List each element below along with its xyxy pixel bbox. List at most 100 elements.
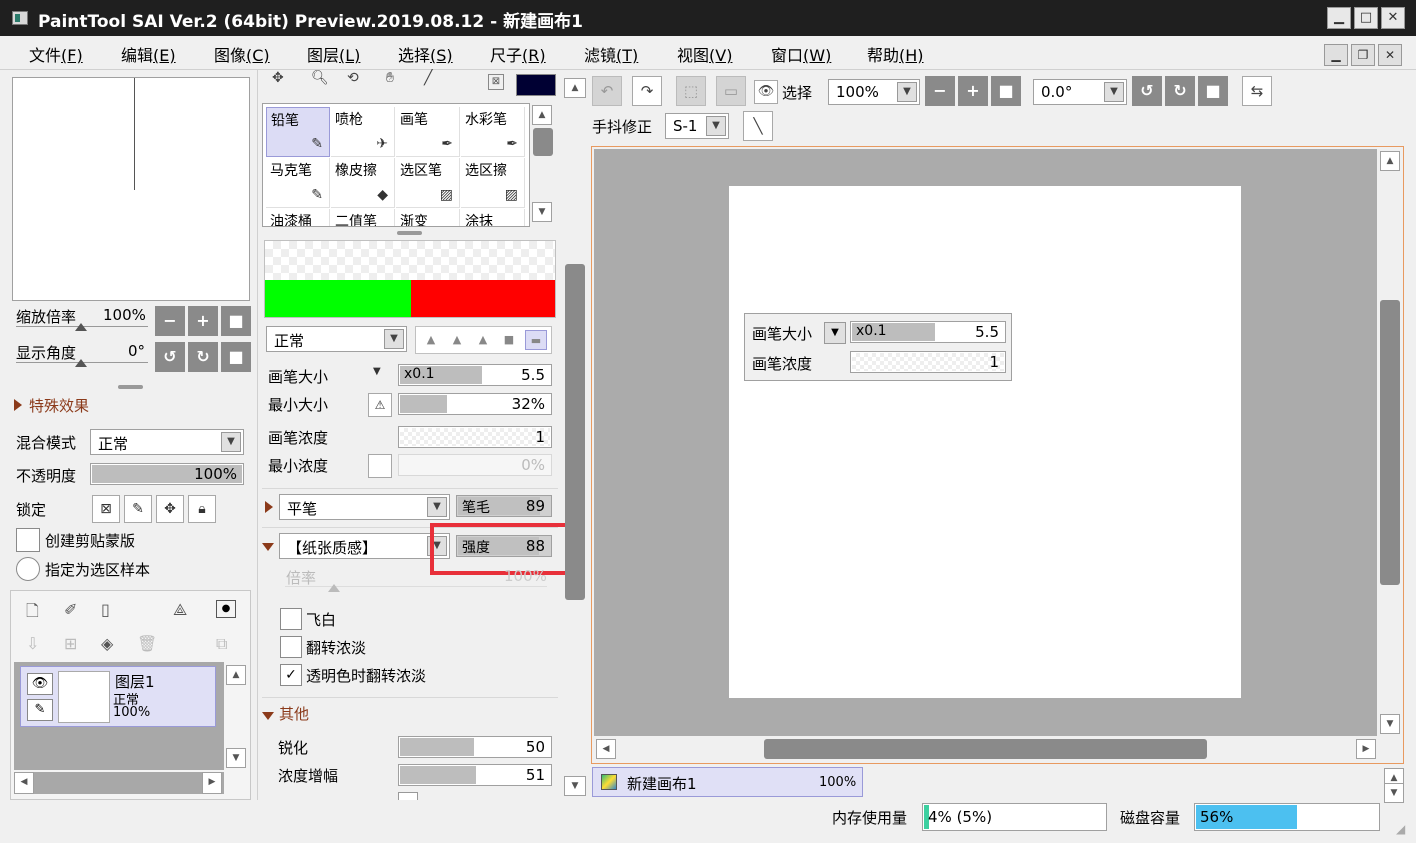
selection-source-checkbox[interactable] xyxy=(16,557,40,581)
mdi-minimize-button[interactable]: ▁ xyxy=(1324,44,1348,66)
rotate-ccw-button[interactable]: ↺ xyxy=(155,342,185,372)
menu-window[interactable]: 窗口(W) xyxy=(771,42,831,66)
transparent-color-icon[interactable]: ⊠ xyxy=(488,74,504,90)
popup-density-slider[interactable]: 1 xyxy=(850,351,1006,373)
bristle-slider[interactable]: 笔毛 89 xyxy=(456,495,552,517)
document-tab[interactable]: 新建画布1 100% xyxy=(592,767,863,797)
navigator-preview[interactable] xyxy=(12,77,250,301)
flip-horizontal-button[interactable]: ⇆ xyxy=(1242,76,1272,106)
menu-edit[interactable]: 编辑(E) xyxy=(121,42,176,66)
menu-ruler[interactable]: 尺子(R) xyxy=(490,42,546,66)
scale-slider-handle[interactable] xyxy=(328,584,340,592)
zoom-tool-icon[interactable]: 🔍︎ xyxy=(311,70,329,86)
brush-size-slider[interactable]: x0.1 5.5 xyxy=(398,364,552,386)
tool-splitter-handle[interactable] xyxy=(397,231,422,235)
menu-image[interactable]: 图像(C) xyxy=(214,42,270,66)
min-density-pressure-toggle[interactable] xyxy=(368,454,392,478)
menu-file[interactable]: 文件(F) xyxy=(29,42,83,66)
chevron-down-icon[interactable]: ▼ xyxy=(373,366,381,377)
expand-triangle-icon[interactable] xyxy=(14,399,22,411)
rotate-reset-button[interactable]: ■ xyxy=(221,342,251,372)
canvas-document[interactable] xyxy=(729,186,1241,698)
expand-triangle-icon[interactable] xyxy=(265,501,273,513)
texture-dropdown[interactable]: 【纸张质感】 ▼ xyxy=(279,533,450,559)
new-folder-icon[interactable]: ▯ xyxy=(101,600,110,619)
other-section-label[interactable]: 其他 xyxy=(279,703,309,724)
blend-mode-dropdown[interactable]: 正常 ▼ xyxy=(90,429,244,455)
tool-3[interactable]: 水彩笔 ✒ xyxy=(461,107,525,157)
merge-down-icon[interactable]: ⇩ xyxy=(26,634,39,653)
minimize-button[interactable]: ▁ xyxy=(1327,7,1351,29)
clear-layer-icon[interactable]: ◈ xyxy=(101,634,113,653)
canvas-scroll-up[interactable]: ▲ xyxy=(1380,151,1400,171)
min-density-slider[interactable]: 0% xyxy=(398,454,552,476)
zoom-slider-handle[interactable] xyxy=(75,323,87,331)
tool-scroll-down[interactable]: ▼ xyxy=(532,202,552,222)
brush-panel-scroll-down[interactable]: ▼ xyxy=(564,776,586,796)
mdi-close-button[interactable]: ✕ xyxy=(1378,44,1402,66)
canvas-scroll-right[interactable]: ▶ xyxy=(1356,739,1376,759)
delete-layer-icon[interactable]: 🗑︎ xyxy=(137,634,157,653)
collapse-triangle-icon[interactable] xyxy=(262,543,274,551)
brush-shape-square-icon[interactable]: ▬ xyxy=(525,330,547,350)
cropped-checkbox[interactable] xyxy=(398,792,418,800)
toolbar-zoom-out-button[interactable]: − xyxy=(925,76,955,106)
invert-transparent-checkbox[interactable]: ✓ xyxy=(280,664,302,686)
move-tool-icon[interactable]: ✥ xyxy=(272,70,284,86)
mdi-restore-button[interactable]: ❐ xyxy=(1351,44,1375,66)
menu-filter[interactable]: 滤镜(T) xyxy=(584,42,638,66)
stabilizer-dropdown[interactable]: S-1 ▼ xyxy=(665,113,729,139)
layer-hscroll[interactable] xyxy=(14,772,224,794)
eye-icon[interactable]: 👁︎ xyxy=(27,673,53,695)
rotate-tool-icon[interactable]: ⟲ xyxy=(347,70,359,86)
merge-icon[interactable]: ⊞ xyxy=(64,634,77,653)
lock-transparency-icon[interactable]: ⊠ xyxy=(92,495,120,523)
toolbar-rotate-ccw-button[interactable]: ↺ xyxy=(1132,76,1162,106)
toolbar-rotate-cw-button[interactable]: ↻ xyxy=(1165,76,1195,106)
tool-1[interactable]: 喷枪 ✈ xyxy=(331,107,395,157)
chevron-down-icon[interactable]: ▼ xyxy=(824,322,846,344)
menu-select[interactable]: 选择(S) xyxy=(398,42,453,66)
layer-scroll-right[interactable]: ▶ xyxy=(202,772,222,794)
lock-all-icon[interactable]: 🔒︎ xyxy=(188,495,216,523)
primary-color-swatch[interactable] xyxy=(265,280,411,317)
menu-view[interactable]: 视图(V) xyxy=(677,42,732,66)
tool-4[interactable]: 马克笔 ✎ xyxy=(266,158,330,208)
maximize-button[interactable]: □ xyxy=(1354,7,1378,29)
toolbar-zoom-reset-button[interactable]: ■ xyxy=(991,76,1021,106)
tool-6[interactable]: 选区笔 ▨ xyxy=(396,158,460,208)
tool-7[interactable]: 选区擦 ▨ xyxy=(461,158,525,208)
scale-slider[interactable] xyxy=(285,586,547,587)
new-layer-icon[interactable]: 🗋︎ xyxy=(26,600,39,627)
canvas-hscroll-thumb[interactable] xyxy=(764,739,1207,759)
brush-panel-scroll-up[interactable]: ▲ xyxy=(564,78,586,98)
straight-line-button[interactable]: ╲ xyxy=(743,111,773,141)
invert-selection-button[interactable]: ▭ xyxy=(716,76,746,106)
close-button[interactable]: ✕ xyxy=(1381,7,1405,29)
rotate-cw-button[interactable]: ↻ xyxy=(188,342,218,372)
pencil-icon[interactable]: ✎ xyxy=(27,699,53,721)
eye-icon[interactable]: 👁︎ xyxy=(754,80,778,104)
lock-paint-icon[interactable]: ✎ xyxy=(124,495,152,523)
canvas-vscroll-thumb[interactable] xyxy=(1380,300,1400,585)
min-size-slider[interactable]: 32% xyxy=(398,393,552,415)
foreground-color-swatch[interactable] xyxy=(516,74,556,96)
canvas-scroll-left[interactable]: ◀ xyxy=(596,739,616,759)
brush-shape-dropdown[interactable]: 平笔 ▼ xyxy=(279,494,450,520)
secondary-color-swatch[interactable] xyxy=(411,280,555,317)
clip-mask-checkbox[interactable] xyxy=(16,528,40,552)
toolbar-zoom-in-button[interactable]: + xyxy=(958,76,988,106)
panel-splitter-handle[interactable] xyxy=(118,385,143,389)
tab-scroll-down[interactable]: ▼ xyxy=(1384,783,1404,803)
zoom-reset-button[interactable]: ■ xyxy=(221,306,251,336)
tool-8[interactable]: 油漆桶 xyxy=(266,209,330,226)
layer-item[interactable]: 👁︎ ✎ 图层1 正常 100% xyxy=(20,666,216,727)
menu-layer[interactable]: 图层(L) xyxy=(307,42,360,66)
layer-scroll-left[interactable]: ◀ xyxy=(14,772,34,794)
tool-scroll-thumb[interactable] xyxy=(533,128,553,156)
density-gain-slider[interactable]: 51 xyxy=(398,764,552,786)
hand-tool-icon[interactable]: ✋︎ xyxy=(386,70,394,86)
popup-size-slider[interactable]: x0.1 5.5 xyxy=(850,321,1006,343)
zoom-out-button[interactable]: − xyxy=(155,306,185,336)
sharpen-slider[interactable]: 50 xyxy=(398,736,552,758)
